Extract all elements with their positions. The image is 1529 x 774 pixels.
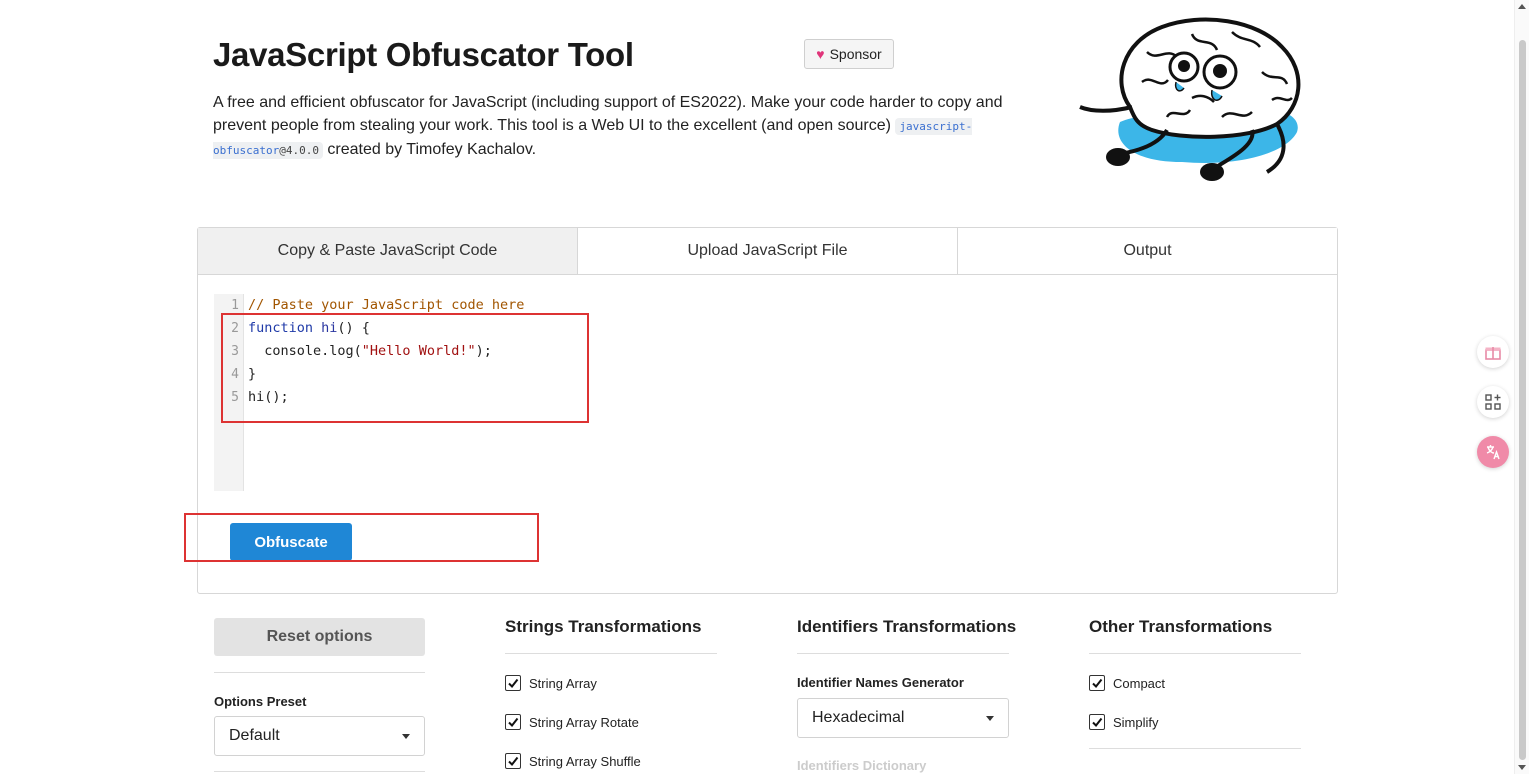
identifiers-transformations-title: Identifiers Transformations — [797, 617, 1017, 636]
checkbox-label: String Array Shuffle — [529, 753, 641, 769]
options-preset-select[interactable]: Default — [214, 716, 425, 756]
divider — [797, 653, 1009, 654]
tab-copy-paste[interactable]: Copy & Paste JavaScript Code — [198, 228, 578, 274]
obfuscate-highlight-box — [184, 513, 539, 562]
checkmark-icon[interactable] — [1089, 675, 1105, 691]
divider — [214, 672, 425, 673]
translate-icon — [1486, 445, 1500, 460]
vertical-scrollbar[interactable] — [1514, 0, 1529, 774]
divider — [214, 771, 425, 772]
options-preset-label: Options Preset — [214, 694, 307, 709]
identifier-names-generator-label: Identifier Names Generator — [797, 675, 964, 690]
floating-side-tools — [1477, 336, 1509, 486]
checkmark-icon[interactable] — [505, 714, 521, 730]
compact-checkbox[interactable]: Compact — [1089, 675, 1165, 691]
simplify-checkbox[interactable]: Simplify — [1089, 714, 1159, 730]
apps-add-icon — [1485, 394, 1501, 410]
code-highlight-box — [221, 313, 589, 423]
sponsor-label: Sponsor — [829, 46, 882, 62]
identifier-names-generator-select[interactable]: Hexadecimal — [797, 698, 1009, 738]
reset-options-button[interactable]: Reset options — [214, 618, 425, 656]
checkmark-icon[interactable] — [505, 753, 521, 769]
tab-output[interactable]: Output — [958, 228, 1337, 274]
other-transformations-title: Other Transformations — [1089, 617, 1273, 636]
identifiers-dictionary-label: Identifiers Dictionary — [797, 758, 927, 773]
checkbox-label: Compact — [1113, 675, 1166, 691]
string-array-shuffle-checkbox[interactable]: String Array Shuffle — [505, 753, 641, 769]
options-preset-value: Default — [229, 727, 280, 744]
brain-mascot-illustration — [1079, 17, 1301, 181]
identifier-names-generator-value: Hexadecimal — [812, 709, 905, 726]
string-array-rotate-checkbox[interactable]: String Array Rotate — [505, 714, 639, 730]
apps-add-button[interactable] — [1477, 386, 1509, 418]
code-comment: // Paste your JavaScript code here — [248, 297, 525, 313]
scrollbar-thumb[interactable] — [1519, 40, 1526, 760]
sponsor-button[interactable]: ♥ Sponsor — [804, 39, 894, 69]
input-tabs: Copy & Paste JavaScript Code Upload Java… — [198, 228, 1337, 275]
divider — [1089, 653, 1301, 654]
scroll-down-arrow-icon[interactable] — [1518, 765, 1526, 770]
gift-button[interactable] — [1477, 336, 1509, 368]
checkmark-icon[interactable] — [505, 675, 521, 691]
checkbox-label: String Array Rotate — [529, 714, 639, 730]
translate-button[interactable] — [1477, 436, 1509, 468]
checkbox-label: Simplify — [1113, 714, 1159, 730]
description-text: A free and efficient obfuscator for Java… — [213, 94, 1003, 134]
string-array-checkbox[interactable]: String Array — [505, 675, 597, 691]
checkmark-icon[interactable] — [1089, 714, 1105, 730]
library-version: @4.0.0 — [279, 144, 319, 157]
divider — [1089, 748, 1301, 749]
checkbox-label: String Array — [529, 675, 597, 691]
scroll-up-arrow-icon[interactable] — [1518, 4, 1526, 9]
tab-upload-file[interactable]: Upload JavaScript File — [578, 228, 958, 274]
caret-down-icon — [402, 734, 410, 739]
description-credit: created by Timofey Kachalov. — [322, 141, 537, 158]
divider — [505, 653, 717, 654]
strings-transformations-title: Strings Transformations — [505, 617, 702, 636]
page-description: A free and efficient obfuscator for Java… — [213, 91, 1003, 162]
caret-down-icon — [986, 716, 994, 721]
heart-icon: ♥ — [816, 46, 825, 62]
gift-icon — [1485, 347, 1501, 360]
